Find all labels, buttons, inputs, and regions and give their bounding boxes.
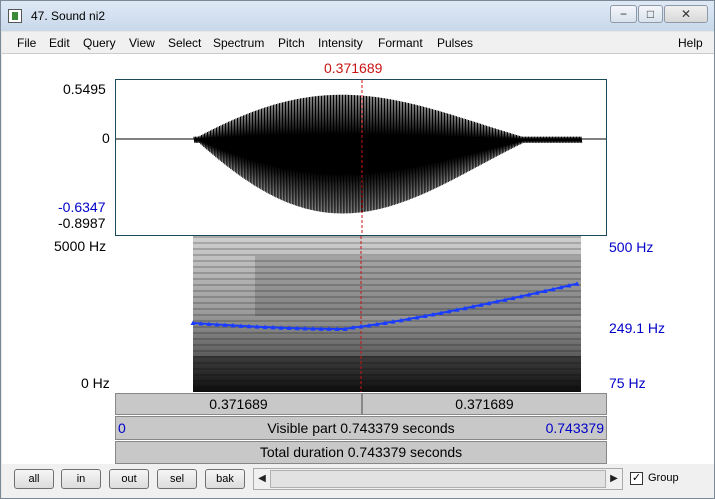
pitch-top-label: 500 Hz xyxy=(609,239,654,255)
visible-end-value: 0.743379 xyxy=(545,420,604,436)
scroll-thumb[interactable] xyxy=(270,470,606,488)
pitch-bottom-label: 75 Hz xyxy=(609,375,646,391)
waveform-zero-label: 0 xyxy=(102,130,110,146)
time-right-value: 0.371689 xyxy=(455,396,514,412)
menu-help[interactable]: Help xyxy=(678,36,703,50)
window-title: 47. Sound ni2 xyxy=(31,9,106,23)
zoom-selection-button[interactable]: sel xyxy=(157,469,197,489)
scroll-left-arrow-icon[interactable]: ◀ xyxy=(254,469,270,489)
waveform-max-label: 0.5495 xyxy=(63,81,106,97)
zoom-all-button[interactable]: all xyxy=(14,469,54,489)
maximize-button[interactable]: □ xyxy=(638,5,663,23)
menu-spectrum[interactable]: Spectrum xyxy=(213,36,264,50)
waveform-min-label: -0.8987 xyxy=(58,215,106,231)
time-left-segment[interactable]: 0.371689 xyxy=(115,393,362,415)
title-bar[interactable]: 47. Sound ni2 − □ ✕ xyxy=(1,1,714,31)
group-label: Group xyxy=(648,472,679,484)
visible-part-bar[interactable]: 0 Visible part 0.743379 seconds 0.743379 xyxy=(115,416,607,440)
menu-bar: File Edit Query View Select Spectrum Pit… xyxy=(2,32,714,54)
waveform-svg xyxy=(116,80,606,235)
spectrogram-top-freq: 5000 Hz xyxy=(54,238,107,254)
spectrogram-low-band xyxy=(193,356,581,392)
visible-part-text: Visible part 0.743379 seconds xyxy=(267,420,455,436)
close-button[interactable]: ✕ xyxy=(664,5,708,23)
zoom-back-button[interactable]: bak xyxy=(205,469,245,489)
spectrogram-formant-band xyxy=(255,256,581,316)
total-duration-text: Total duration 0.743379 seconds xyxy=(259,444,463,460)
menu-formant[interactable]: Formant xyxy=(378,36,423,50)
zoom-in-button[interactable]: in xyxy=(61,469,101,489)
waveform-trace xyxy=(116,94,606,214)
scroll-right-arrow-icon[interactable]: ▶ xyxy=(606,469,622,489)
minimize-button[interactable]: − xyxy=(610,5,637,23)
group-checkbox[interactable]: ✓ xyxy=(630,472,643,485)
editor-window: 47. Sound ni2 − □ ✕ File Edit Query View… xyxy=(0,0,715,499)
spectrogram-bottom-freq: 0 Hz xyxy=(81,375,110,391)
menu-pulses[interactable]: Pulses xyxy=(437,36,473,50)
menu-intensity[interactable]: Intensity xyxy=(318,36,363,50)
time-right-segment[interactable]: 0.371689 xyxy=(362,393,607,415)
menu-select[interactable]: Select xyxy=(168,36,201,50)
spectrogram-svg xyxy=(190,236,581,392)
horizontal-scrollbar[interactable]: ◀ ▶ xyxy=(253,468,623,490)
visible-start-value: 0 xyxy=(118,420,126,436)
waveform-selection-min-label: -0.6347 xyxy=(58,199,106,215)
menu-pitch[interactable]: Pitch xyxy=(278,36,305,50)
total-duration-bar[interactable]: Total duration 0.743379 seconds xyxy=(115,441,607,464)
menu-edit[interactable]: Edit xyxy=(49,36,70,50)
menu-file[interactable]: File xyxy=(17,36,36,50)
cursor-time-label: 0.371689 xyxy=(324,60,383,76)
sound-app-icon xyxy=(8,9,22,23)
pitch-cursor-label: 249.1 Hz xyxy=(609,320,666,336)
zoom-out-button[interactable]: out xyxy=(109,469,149,489)
menu-query[interactable]: Query xyxy=(83,36,116,50)
waveform-panel[interactable] xyxy=(115,79,607,236)
menu-view[interactable]: View xyxy=(129,36,155,50)
spectrogram-panel[interactable] xyxy=(115,236,607,392)
time-left-value: 0.371689 xyxy=(209,396,268,412)
